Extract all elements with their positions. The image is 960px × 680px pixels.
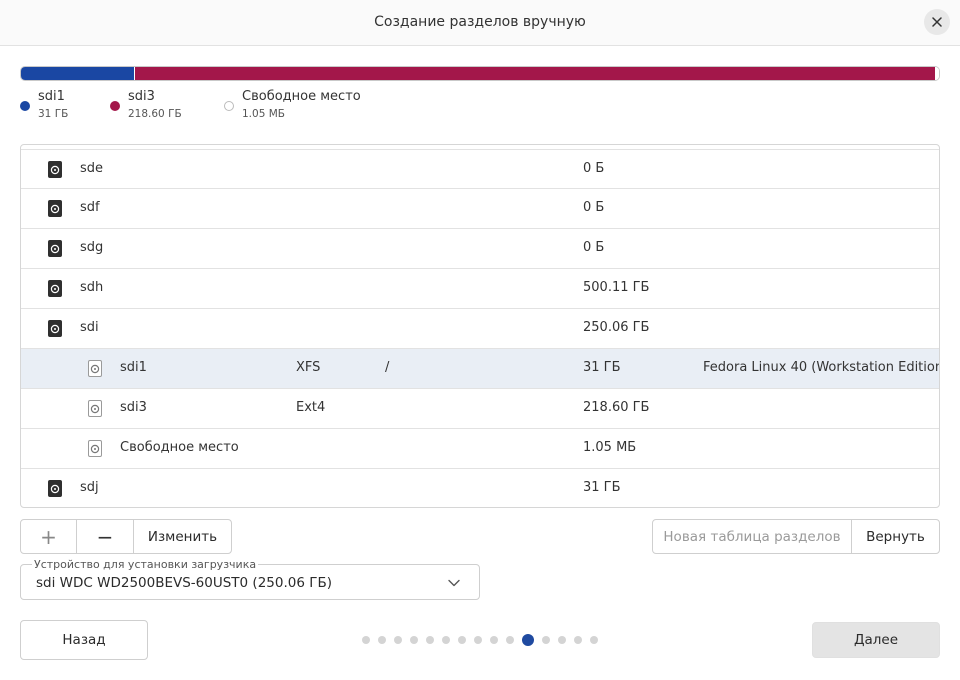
next-button-label: Далее <box>853 632 899 648</box>
device-size: 0 Б <box>583 161 605 176</box>
device-size: 1.05 МБ <box>583 440 637 455</box>
device-name: sdf <box>80 200 100 215</box>
os-name: Fedora Linux 40 (Workstation Edition) <box>703 360 940 375</box>
new-partition-table-button[interactable]: Новая таблица разделов <box>652 519 852 554</box>
disk-row[interactable]: sdj 31 ГБ <box>21 469 939 507</box>
legend-dot <box>224 101 234 111</box>
device-size: 0 Б <box>583 240 605 255</box>
step-dot <box>522 634 534 646</box>
device-name: Свободное место <box>120 440 239 455</box>
step-dot <box>574 636 582 644</box>
device-name: sdj <box>80 480 99 495</box>
legend-name: sdi3 <box>128 89 155 104</box>
bootloader-device-value: sdi WDC WD2500BEVS-60UST0 (250.06 ГБ) <box>36 575 332 591</box>
step-dot <box>506 636 514 644</box>
partition-row[interactable]: Свободное место 1.05 МБ <box>21 429 939 469</box>
hard-disk-icon <box>48 480 62 497</box>
legend-size: 31 ГБ <box>38 108 69 120</box>
filesystem: XFS <box>296 360 321 375</box>
remove-partition-button[interactable]: − <box>76 519 134 554</box>
disk-row[interactable]: sdf 0 Б <box>21 189 939 229</box>
partition-table[interactable]: sde 0 Б sdf 0 Б sdg 0 Б sdh 500.11 ГБ sdi 250.06 … <box>20 144 940 508</box>
device-name: sdi1 <box>120 360 147 375</box>
back-button-label: Назад <box>62 632 106 648</box>
close-icon <box>932 17 942 27</box>
device-size: 218.60 ГБ <box>583 400 650 415</box>
device-name: sde <box>80 161 104 176</box>
bootloader-device-label: Устройство для установки загрузчика <box>32 558 259 571</box>
new-table-button-label: Новая таблица разделов <box>663 528 841 545</box>
chevron-down-icon <box>448 579 460 587</box>
device-size: 31 ГБ <box>583 480 621 495</box>
partition-row[interactable]: sdi3 Ext4 218.60 ГБ <box>21 389 939 429</box>
partition-row[interactable]: sdi1 XFS / 31 ГБ Fedora Linux 40 (Workstatio… <box>21 349 939 389</box>
revert-button-label: Вернуть <box>866 528 925 545</box>
title-bar: Создание разделов вручную <box>0 0 960 46</box>
device-name: sdg <box>80 240 104 255</box>
close-button[interactable] <box>924 9 950 35</box>
legend-size: 1.05 МБ <box>242 108 285 120</box>
device-size: 500.11 ГБ <box>583 280 650 295</box>
window-title: Создание разделов вручную <box>374 14 586 30</box>
step-dot <box>410 636 418 644</box>
legend-dot <box>20 101 30 111</box>
device-name: sdi3 <box>120 400 147 415</box>
device-size: 0 Б <box>583 200 605 215</box>
legend-name: sdi1 <box>38 89 65 104</box>
revert-button[interactable]: Вернуть <box>851 519 940 554</box>
usage-segment <box>21 67 135 80</box>
step-dot <box>558 636 566 644</box>
back-button[interactable]: Назад <box>20 620 148 660</box>
partition-icon <box>88 400 102 417</box>
hard-disk-icon <box>48 320 62 337</box>
hard-disk-icon <box>48 280 62 297</box>
step-dot <box>442 636 450 644</box>
step-dot <box>378 636 386 644</box>
step-dot <box>394 636 402 644</box>
disk-row[interactable]: sde 0 Б <box>21 149 939 189</box>
legend-name: Свободное место <box>242 89 361 104</box>
hard-disk-icon <box>48 161 62 178</box>
partition-icon <box>88 360 102 377</box>
mount-point: / <box>385 360 390 375</box>
legend-dot <box>110 101 120 111</box>
usage-segment <box>134 67 936 80</box>
step-dot <box>474 636 482 644</box>
step-dot <box>590 636 598 644</box>
step-dot <box>362 636 370 644</box>
disk-row[interactable]: sdg 0 Б <box>21 229 939 269</box>
filesystem: Ext4 <box>296 400 326 415</box>
legend-size: 218.60 ГБ <box>128 108 182 120</box>
minus-icon: − <box>96 524 114 549</box>
hard-disk-icon <box>48 200 62 217</box>
add-partition-button[interactable]: + <box>20 519 77 554</box>
plus-icon: + <box>40 524 57 549</box>
edit-button-label: Изменить <box>147 528 218 545</box>
step-dot <box>542 636 550 644</box>
step-dot <box>490 636 498 644</box>
usage-segment <box>935 67 939 80</box>
partition-icon <box>88 440 102 457</box>
edit-partition-button[interactable]: Изменить <box>133 519 232 554</box>
next-button[interactable]: Далее <box>812 622 940 658</box>
device-name: sdh <box>80 280 104 295</box>
hard-disk-icon <box>48 240 62 257</box>
device-name: sdi <box>80 320 99 335</box>
step-dot <box>426 636 434 644</box>
disk-usage-bar <box>20 66 940 81</box>
disk-row[interactable]: sdi 250.06 ГБ <box>21 309 939 349</box>
device-size: 31 ГБ <box>583 360 621 375</box>
disk-row[interactable]: sdh 500.11 ГБ <box>21 269 939 309</box>
step-dot <box>458 636 466 644</box>
device-size: 250.06 ГБ <box>583 320 650 335</box>
step-indicator <box>362 634 606 646</box>
